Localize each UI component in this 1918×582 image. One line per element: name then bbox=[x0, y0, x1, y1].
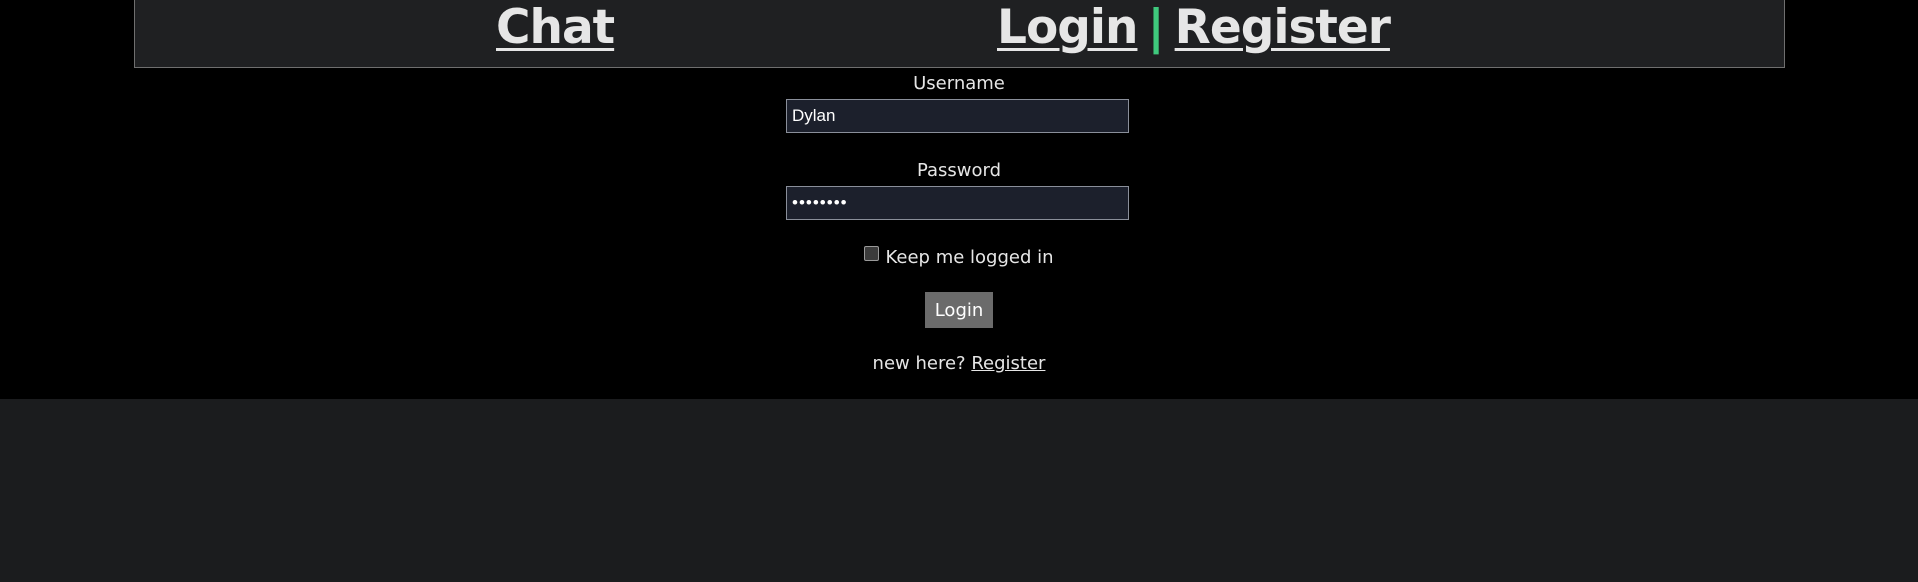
keep-logged-in-row: Keep me logged in bbox=[0, 246, 1918, 268]
main-area: Chat Login|Register Username Password Ke… bbox=[0, 0, 1918, 399]
register-link[interactable]: Register bbox=[971, 353, 1045, 374]
nav-auth-links: Login | Register bbox=[997, 0, 1391, 67]
new-here-text: new here? bbox=[872, 353, 966, 374]
username-label: Username bbox=[913, 73, 1005, 94]
password-input[interactable] bbox=[786, 186, 1129, 220]
username-input[interactable] bbox=[786, 99, 1129, 133]
password-label: Password bbox=[916, 160, 1002, 181]
login-button[interactable]: Login bbox=[925, 292, 993, 328]
nav-chat-link[interactable]: Chat bbox=[496, 0, 615, 57]
nav-register-link[interactable]: Register bbox=[1175, 0, 1391, 55]
nav-login-link[interactable]: Login bbox=[997, 0, 1138, 55]
site-header: Chat Login | Register bbox=[134, 0, 1785, 68]
register-prompt: new here? Register bbox=[0, 353, 1918, 374]
keep-logged-in-label[interactable]: Keep me logged in bbox=[885, 247, 1053, 268]
nav-separator: | bbox=[1147, 0, 1165, 55]
keep-logged-in-checkbox[interactable] bbox=[864, 246, 880, 261]
